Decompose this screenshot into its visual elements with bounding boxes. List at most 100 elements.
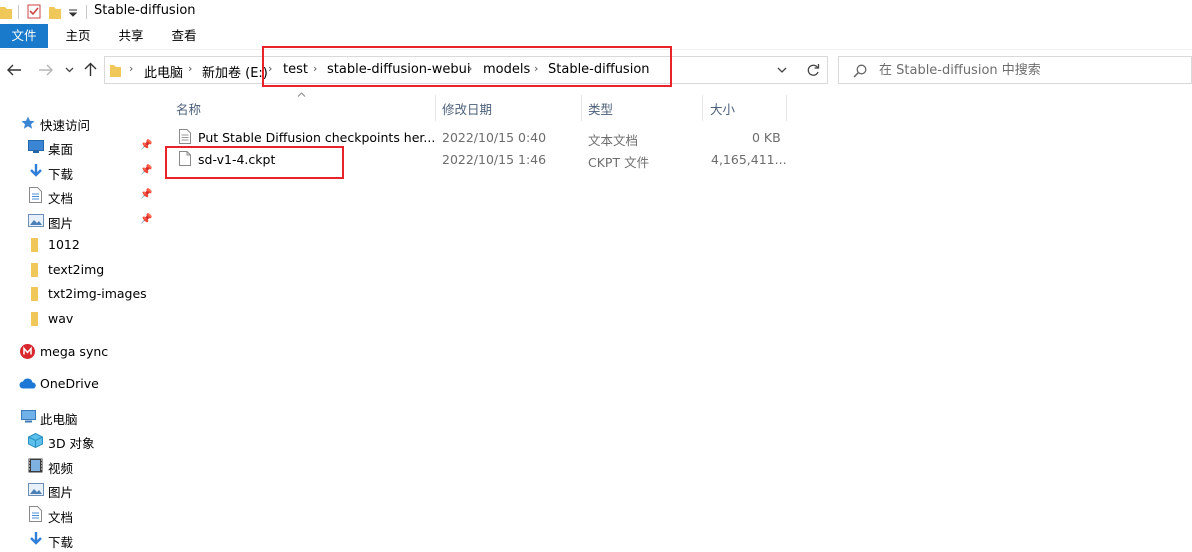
- column-divider[interactable]: [702, 95, 703, 121]
- address-dropdown-chevron-icon[interactable]: [777, 67, 787, 73]
- breadcrumb-drive-e[interactable]: 新加卷 (E:): [202, 62, 268, 81]
- divider: [86, 5, 87, 19]
- video-icon: [28, 458, 43, 473]
- nav-onedrive[interactable]: OneDrive: [0, 372, 158, 396]
- nav-label: 1012: [48, 237, 80, 252]
- nav-label: 下载: [48, 535, 74, 550]
- nav-label: 下载: [48, 167, 74, 182]
- recent-locations-chevron-icon[interactable]: [65, 67, 74, 73]
- nav-label: wav: [48, 311, 74, 326]
- folder-icon: [31, 263, 38, 277]
- search-box[interactable]: [838, 56, 1192, 84]
- tab-share[interactable]: 共享: [111, 24, 151, 48]
- forward-arrow-icon[interactable]: [38, 64, 53, 76]
- nav-label: 文档: [48, 191, 74, 206]
- file-type: 文本文档: [588, 133, 639, 148]
- folder-icon: [31, 238, 38, 252]
- customize-arrow-icon[interactable]: [69, 9, 77, 17]
- nav-label: 文档: [48, 510, 74, 525]
- nav-item-folder-text2img[interactable]: text2img: [0, 258, 158, 282]
- nav-label: 视频: [48, 461, 74, 476]
- nav-label: 快速访问: [40, 118, 91, 133]
- download-icon: [30, 164, 42, 177]
- new-folder-icon[interactable]: [49, 5, 61, 19]
- pin-icon: 📌: [140, 165, 153, 176]
- nav-label: 此电脑: [40, 412, 78, 427]
- nav-label: 3D 对象: [48, 436, 95, 451]
- title-bar: Stable-diffusion: [0, 0, 1192, 24]
- nav-label: 图片: [48, 216, 74, 231]
- nav-item-folder-txt2img-images[interactable]: txt2img-images: [0, 282, 158, 306]
- mega-logo-icon: [20, 344, 35, 359]
- column-header-size[interactable]: 大小: [710, 99, 735, 118]
- column-header-type[interactable]: 类型: [588, 99, 613, 118]
- 3d-objects-icon: [28, 433, 43, 448]
- nav-item-desktop[interactable]: 桌面 📌: [0, 135, 158, 159]
- breadcrumb-separator-icon: ›: [129, 62, 134, 75]
- refresh-icon[interactable]: [806, 63, 820, 77]
- pin-icon: 📌: [140, 214, 153, 225]
- pin-icon: 📌: [140, 189, 153, 200]
- sort-ascending-icon: [297, 92, 306, 97]
- breadcrumb-separator-icon: ›: [188, 62, 193, 75]
- properties-check-icon[interactable]: [27, 4, 41, 19]
- file-name: Put Stable Diffusion checkpoints her...: [198, 130, 436, 145]
- desktop-icon: [28, 140, 44, 153]
- highlight-annotation: [262, 46, 672, 87]
- nav-item-pc-pictures[interactable]: 图片: [0, 478, 158, 502]
- back-arrow-icon[interactable]: [7, 64, 22, 76]
- nav-this-pc[interactable]: 此电脑: [0, 405, 158, 429]
- file-date: 2022/10/15 1:46: [442, 152, 547, 167]
- file-size: 4,165,411...: [711, 152, 787, 167]
- folder-icon: [110, 65, 121, 77]
- column-divider[interactable]: [786, 95, 787, 121]
- search-input[interactable]: [879, 62, 1179, 78]
- nav-item-videos[interactable]: 视频: [0, 454, 158, 478]
- folder-icon: [31, 287, 38, 301]
- column-header-date[interactable]: 修改日期: [442, 99, 492, 118]
- tab-file[interactable]: 文件: [0, 24, 48, 48]
- nav-item-pc-documents[interactable]: 文档: [0, 503, 158, 527]
- nav-mega-sync[interactable]: mega sync: [0, 340, 158, 364]
- nav-item-folder-1012[interactable]: 1012: [0, 233, 158, 257]
- nav-item-pictures[interactable]: 图片 📌: [0, 209, 158, 233]
- navigation-pane: 快速访问 桌面 📌 下载 📌 文档 📌 图片 📌 1012 text2img t…: [0, 92, 158, 550]
- nav-label: 桌面: [48, 142, 74, 157]
- search-icon: [853, 64, 867, 78]
- nav-label: mega sync: [40, 344, 109, 359]
- file-size: 0 KB: [752, 130, 781, 145]
- nav-item-downloads[interactable]: 下载 📌: [0, 160, 158, 184]
- text-file-icon: [179, 129, 191, 144]
- pictures-icon: [28, 214, 44, 227]
- folder-icon: [31, 312, 38, 326]
- up-arrow-icon[interactable]: [84, 62, 97, 77]
- nav-label: text2img: [48, 262, 105, 277]
- document-icon: [29, 187, 42, 203]
- nav-item-3d-objects[interactable]: 3D 对象: [0, 429, 158, 453]
- cloud-icon: [19, 378, 36, 389]
- tab-view[interactable]: 查看: [164, 24, 204, 48]
- nav-label: OneDrive: [40, 376, 99, 391]
- nav-label: txt2img-images: [48, 286, 147, 301]
- column-divider[interactable]: [435, 95, 436, 121]
- divider: [18, 5, 19, 19]
- file-date: 2022/10/15 0:40: [442, 130, 547, 145]
- breadcrumb-this-pc[interactable]: 此电脑: [144, 62, 183, 81]
- nav-item-pc-downloads[interactable]: 下载: [0, 528, 158, 552]
- nav-label: 图片: [48, 485, 74, 500]
- column-divider[interactable]: [581, 95, 582, 121]
- column-header-name[interactable]: 名称: [176, 99, 201, 118]
- file-type: CKPT 文件: [588, 155, 650, 170]
- nav-item-documents[interactable]: 文档 📌: [0, 184, 158, 208]
- tab-home[interactable]: 主页: [58, 24, 98, 48]
- document-icon: [29, 506, 42, 522]
- highlight-annotation: [165, 146, 344, 179]
- star-icon: [21, 116, 35, 129]
- computer-icon: [21, 410, 36, 423]
- pictures-icon: [28, 483, 44, 496]
- window-title: Stable-diffusion: [94, 3, 196, 18]
- pin-icon: 📌: [140, 140, 153, 151]
- nav-quick-access[interactable]: 快速访问: [0, 111, 158, 135]
- folder-icon: [0, 7, 12, 19]
- nav-item-folder-wav[interactable]: wav: [0, 307, 158, 331]
